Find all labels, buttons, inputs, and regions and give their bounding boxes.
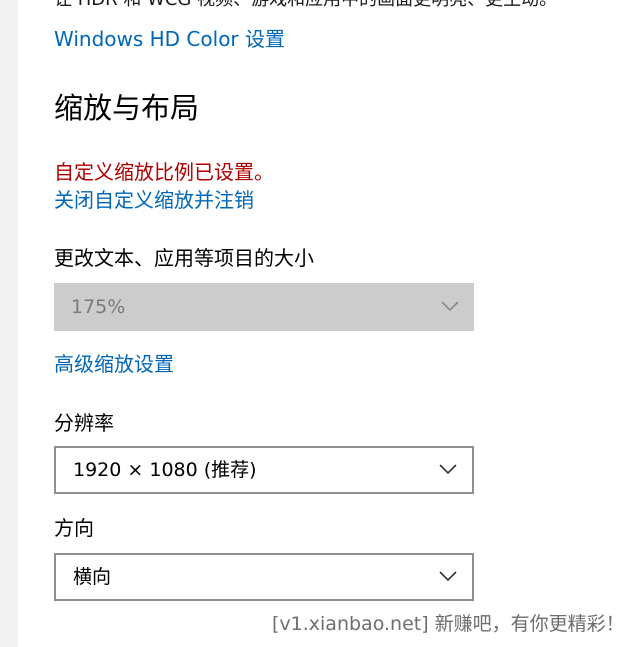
scale-dropdown: 175% bbox=[54, 283, 474, 331]
resolution-label: 分辨率 bbox=[54, 411, 114, 435]
nav-pane-edge bbox=[0, 0, 18, 647]
resolution-dropdown[interactable]: 1920 × 1080 (推荐) bbox=[54, 446, 474, 494]
hdr-description: 让 HDR 和 WCG 视频、游戏和应用中的画面更明亮、更生动。 bbox=[54, 0, 557, 12]
chevron-down-icon bbox=[439, 464, 457, 475]
chevron-down-icon bbox=[441, 301, 459, 312]
advanced-scaling-link[interactable]: 高级缩放设置 bbox=[54, 351, 174, 377]
chevron-down-icon bbox=[439, 571, 457, 582]
disable-custom-scaling-link[interactable]: 关闭自定义缩放并注销 bbox=[54, 187, 254, 213]
hd-color-settings-link[interactable]: Windows HD Color 设置 bbox=[54, 26, 285, 52]
section-title-scale-layout: 缩放与布局 bbox=[54, 91, 200, 125]
orientation-dropdown-value: 横向 bbox=[73, 566, 112, 588]
orientation-dropdown[interactable]: 横向 bbox=[54, 553, 474, 601]
scale-dropdown-value: 175% bbox=[71, 296, 126, 318]
custom-scaling-warning: 自定义缩放比例已设置。 bbox=[54, 160, 274, 184]
display-settings-content: 让 HDR 和 WCG 视频、游戏和应用中的画面更明亮、更生动。 Windows… bbox=[54, 0, 641, 647]
watermark-text: [v1.xianbao.net] 新赚吧，有你更精彩！ bbox=[272, 613, 625, 635]
orientation-label: 方向 bbox=[54, 516, 94, 540]
resolution-dropdown-value: 1920 × 1080 (推荐) bbox=[73, 459, 257, 481]
size-label: 更改文本、应用等项目的大小 bbox=[54, 246, 314, 270]
